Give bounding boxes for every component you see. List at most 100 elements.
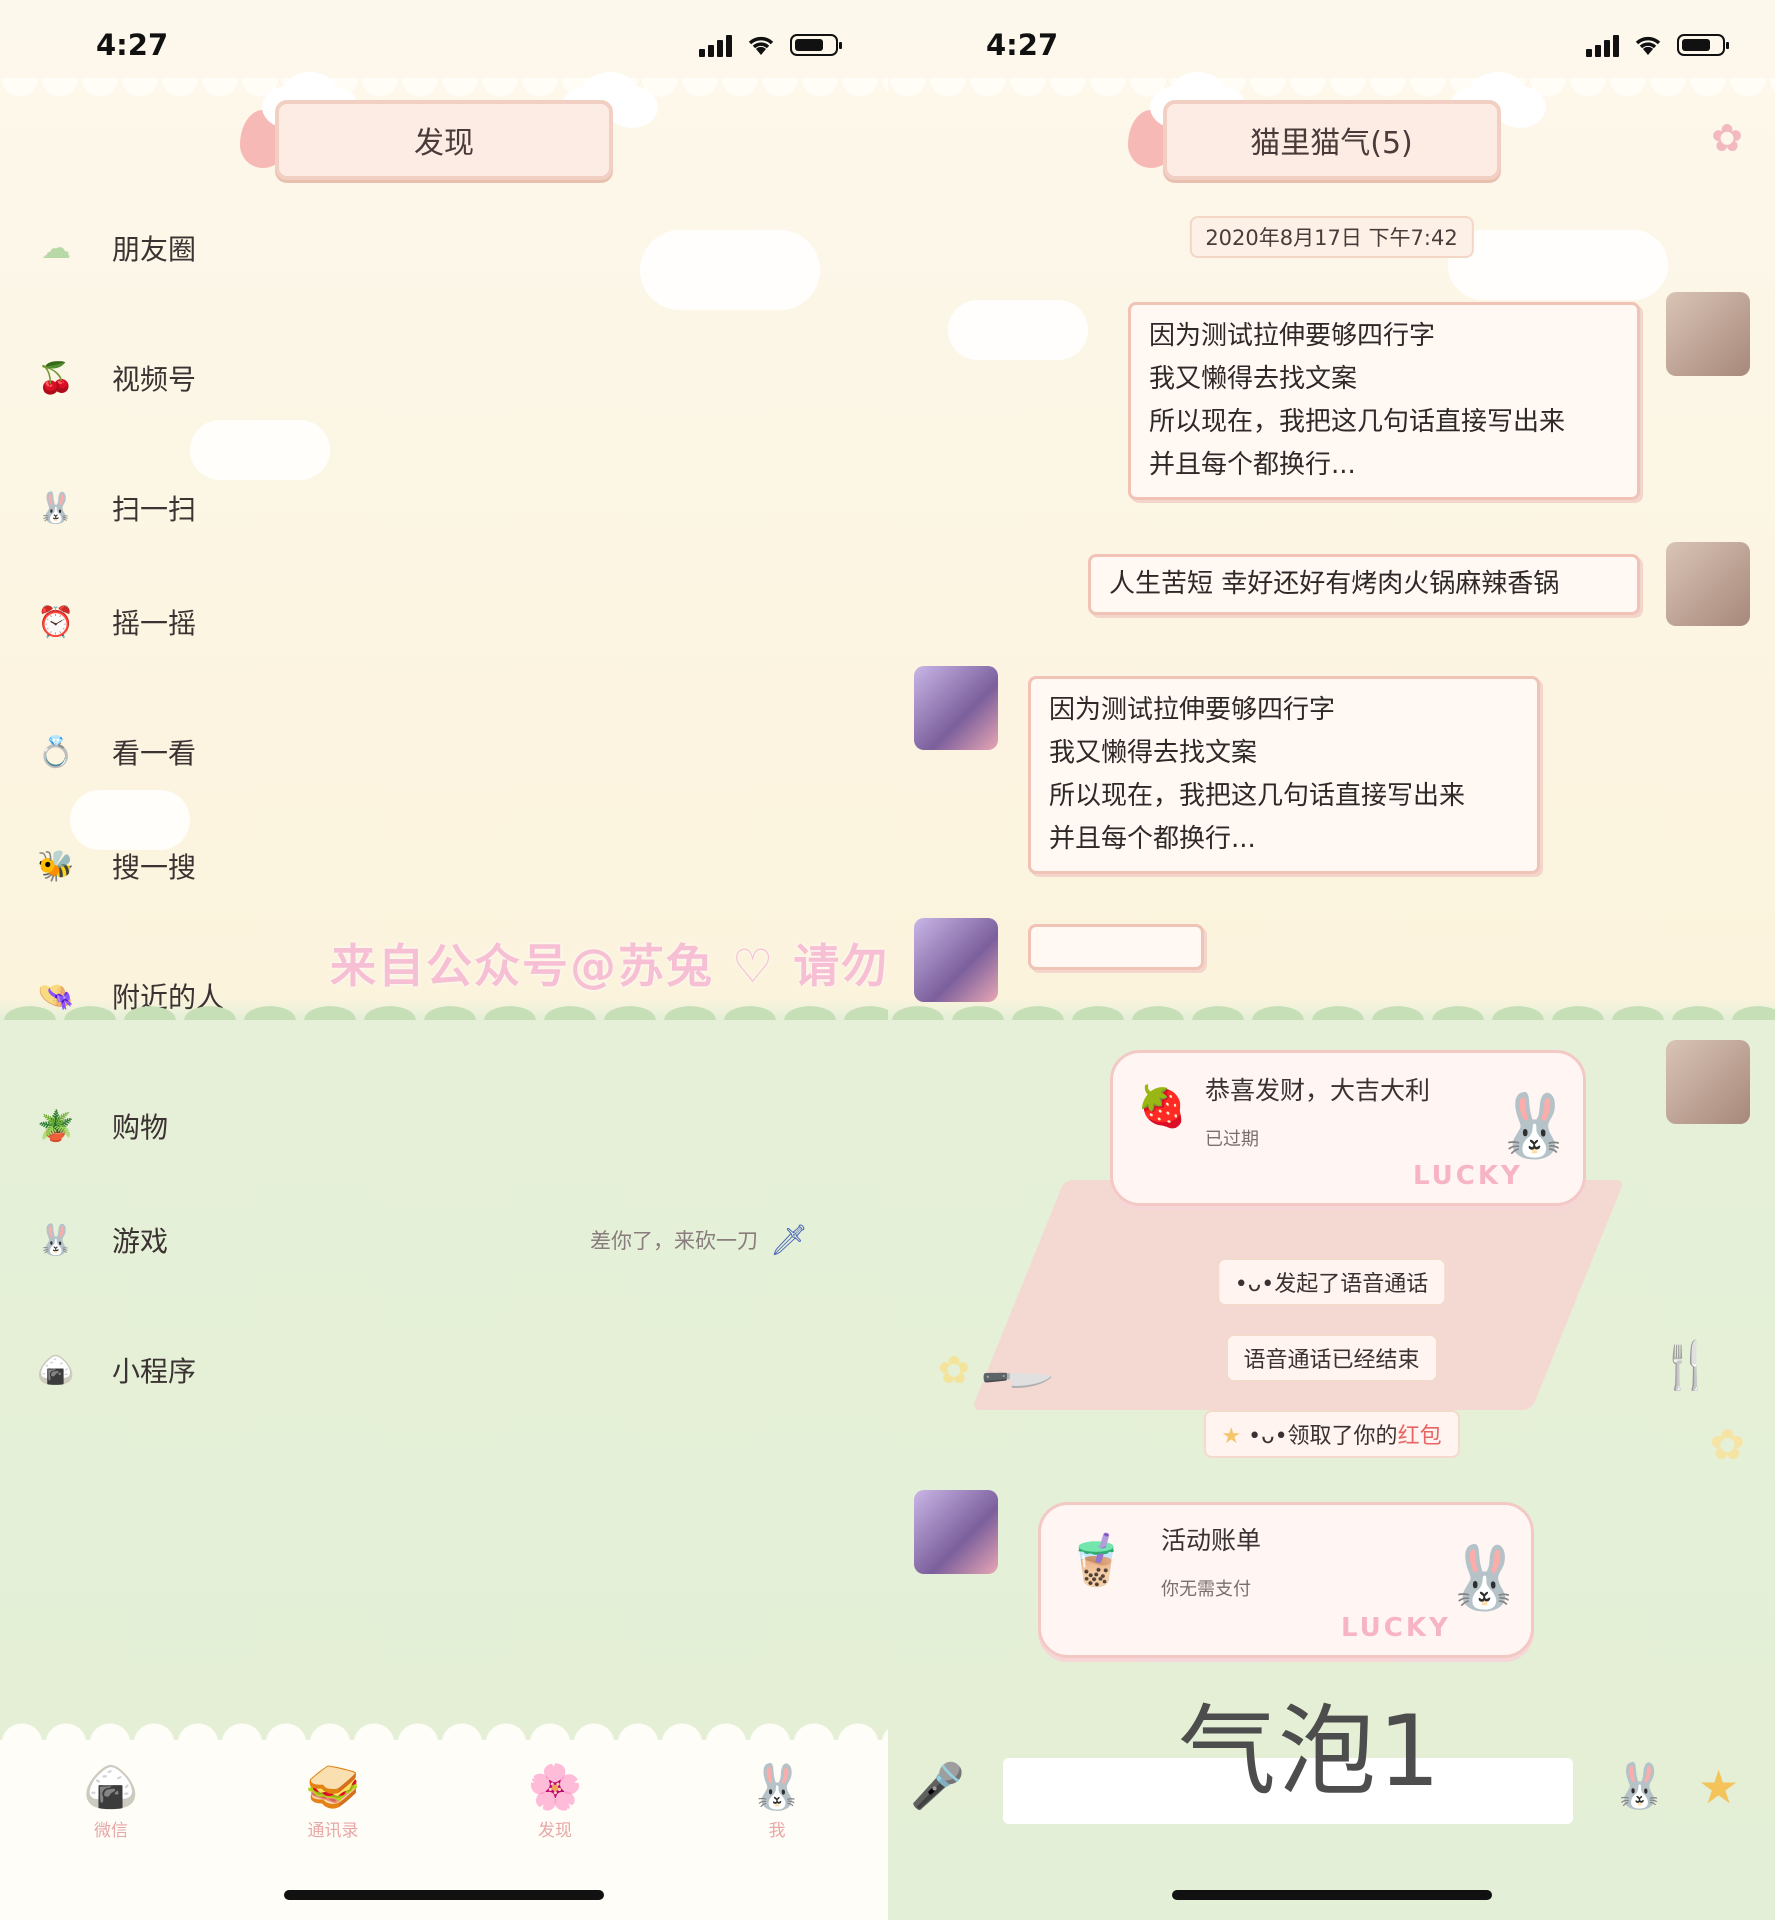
menu-label: 游戏	[112, 1225, 169, 1258]
cloud-icon: ☁	[41, 230, 71, 266]
chat-title: 猫里猫气(5)	[1162, 100, 1501, 180]
self-avatar[interactable]	[1666, 292, 1750, 376]
flower-icon: ✿	[938, 1348, 970, 1392]
self-avatar[interactable]	[1666, 542, 1750, 626]
grass-border	[888, 1004, 1775, 1020]
menu-item-shake[interactable]: ⏰ 摇一摇	[36, 592, 848, 652]
red-packet-link[interactable]: 红包	[1398, 1424, 1442, 1449]
bill-title: 活动账单	[1161, 1526, 1262, 1555]
message-bubble-incoming[interactable]	[1028, 924, 1204, 970]
flower-icon: 🌸	[527, 1762, 583, 1813]
rice-ball-icon: 🍙	[37, 1352, 75, 1388]
message-line: 并且每个都换行...	[1149, 450, 1356, 480]
sandwich-icon: 🥪	[305, 1762, 361, 1813]
message-line: 并且每个都换行...	[1049, 824, 1256, 854]
menu-label: 看一看	[112, 737, 197, 770]
pot-icon: 🪴	[37, 1108, 75, 1144]
bee-icon: 🐝	[37, 848, 75, 884]
status-bar: 4:27	[888, 0, 1775, 90]
cloud-decoration	[1448, 230, 1668, 300]
message-bubble-incoming[interactable]: 因为测试拉伸要够四行字 我又懒得去找文案 所以现在，我把这几句话直接写出来 并且…	[1028, 676, 1540, 874]
system-message-call-start: •ᴗ•发起了语音通话	[1216, 1258, 1447, 1306]
status-bar: 4:27	[0, 0, 888, 90]
red-packet-card[interactable]: 🍓 恭喜发财，大吉大利 已过期 LUCKY 🐰	[1110, 1050, 1586, 1206]
message-line: 我又懒得去找文案	[1049, 738, 1258, 768]
paw-icon[interactable]: ✿	[1711, 116, 1743, 160]
page-title: 发现	[275, 100, 613, 180]
menu-item-top-stories[interactable]: 💍 看一看	[36, 722, 848, 782]
tab-bar: 🍙 微信 🥪 通讯录 🌸 发现 🐰 我	[0, 1760, 888, 1860]
system-message-call-end: 语音通话已经结束	[1225, 1334, 1438, 1382]
home-indicator[interactable]	[1171, 1890, 1492, 1900]
star-icon: ★	[1221, 1424, 1242, 1449]
message-line: 我又懒得去找文案	[1149, 364, 1358, 394]
bunny-icon: 🐰	[37, 1222, 75, 1258]
signal-icon	[699, 33, 732, 57]
flower-icon: ✿	[1709, 1420, 1745, 1469]
bunny-icon: 🐰	[749, 1762, 805, 1813]
tab-me[interactable]: 🐰 我	[722, 1760, 832, 1841]
contact-avatar[interactable]	[914, 918, 998, 1002]
home-indicator[interactable]	[284, 1890, 604, 1900]
lucky-badge: LUCKY	[1341, 1613, 1451, 1643]
system-message-text: •ᴗ•领取了你的	[1248, 1424, 1398, 1449]
menu-label: 朋友圈	[112, 233, 197, 266]
message-timestamp: 2020年8月17日 下午7:42	[1189, 216, 1474, 258]
menu-item-scan[interactable]: 🐰 扫一扫	[36, 478, 848, 538]
bunny-icon: 🐰	[37, 490, 75, 526]
red-packet-title: 恭喜发财，大吉大利	[1205, 1076, 1431, 1105]
menu-label: 搜一搜	[112, 851, 197, 884]
chat-screen: 4:27 猫里猫气(5) ✿ 2020年8月17日 下午7:42 因为测试拉伸要…	[888, 0, 1775, 1920]
caption-text: 气泡1	[1178, 1695, 1443, 1809]
tab-chats[interactable]: 🍙 微信	[56, 1760, 166, 1841]
tab-discover[interactable]: 🌸 发现	[500, 1760, 610, 1841]
alarm-icon: ⏰	[37, 604, 75, 640]
status-time: 4:27	[986, 28, 1059, 62]
strawberry-icon: 🍓	[1137, 1084, 1187, 1130]
menu-label: 小程序	[112, 1355, 197, 1388]
status-time: 4:27	[96, 28, 169, 62]
menu-item-channels[interactable]: 🍒 视频号	[36, 348, 848, 408]
menu-item-mini-programs[interactable]: 🍙 小程序	[36, 1340, 848, 1400]
bill-subtitle: 你无需支付	[1161, 1579, 1251, 1600]
tab-label: 微信	[94, 1821, 128, 1841]
red-packet-status: 已过期	[1205, 1129, 1259, 1150]
tab-contacts[interactable]: 🥪 通讯录	[278, 1760, 388, 1841]
message-line: 人生苦短 幸好还好有烤肉火锅麻辣香锅	[1109, 569, 1560, 599]
menu-item-moments[interactable]: ☁ 朋友圈	[36, 218, 848, 278]
menu-label: 视频号	[112, 363, 197, 396]
contact-avatar[interactable]	[914, 666, 998, 750]
battery-icon	[1677, 34, 1729, 56]
self-avatar[interactable]	[1666, 1040, 1750, 1124]
emoji-icon[interactable]: 🐰	[1612, 1760, 1667, 1812]
menu-item-shopping[interactable]: 🪴 购物	[36, 1096, 848, 1156]
bill-card[interactable]: 🧋 活动账单 你无需支付 LUCKY 🐰	[1038, 1502, 1534, 1658]
message-bubble-outgoing[interactable]: 人生苦短 幸好还好有烤肉火锅麻辣香锅	[1088, 554, 1640, 615]
tab-label: 发现	[538, 1821, 572, 1841]
cloud-decoration	[190, 420, 330, 480]
knife-icon: 🗡	[769, 1222, 808, 1258]
menu-item-search[interactable]: 🐝 搜一搜	[36, 836, 848, 896]
ring-icon: 💍	[37, 734, 75, 770]
rice-ball-icon: 🍙	[83, 1762, 139, 1813]
tab-label: 通讯录	[307, 1821, 359, 1841]
cherry-icon: 🍒	[37, 360, 75, 396]
contact-avatar[interactable]	[914, 1490, 998, 1574]
menu-item-games[interactable]: 🐰 游戏 差你了，来砍一刀 🗡	[36, 1210, 848, 1270]
message-line: 因为测试拉伸要够四行字	[1149, 321, 1436, 351]
add-icon[interactable]: ★	[1698, 1760, 1739, 1814]
lucky-badge: LUCKY	[1413, 1161, 1523, 1191]
menu-label: 购物	[112, 1111, 169, 1144]
drink-icon: 🧋	[1065, 1531, 1128, 1589]
cloud-decoration	[948, 300, 1088, 360]
message-line: 因为测试拉伸要够四行字	[1049, 695, 1336, 725]
menu-label: 摇一摇	[112, 607, 197, 640]
menu-label: 扫一扫	[112, 493, 197, 526]
wifi-icon	[748, 36, 774, 55]
bunny-icon: 🐰	[1495, 1089, 1573, 1162]
message-line: 所以现在，我把这几句话直接写出来	[1149, 407, 1566, 437]
tab-label: 我	[768, 1821, 786, 1841]
battery-icon	[790, 34, 842, 56]
message-bubble-outgoing[interactable]: 因为测试拉伸要够四行字 我又懒得去找文案 所以现在，我把这几句话直接写出来 并且…	[1128, 302, 1640, 500]
voice-icon[interactable]: 🎤	[910, 1760, 965, 1812]
